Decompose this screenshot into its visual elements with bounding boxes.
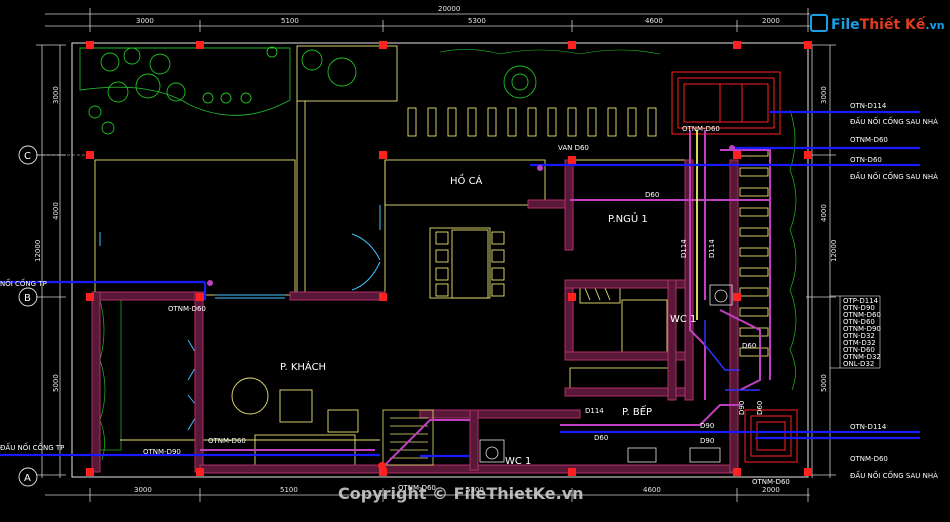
label-d114-kitchen: D114: [585, 407, 604, 415]
dim-left-seg-4: 5000: [52, 374, 60, 392]
room-p-bep: P. BẾP: [622, 404, 652, 418]
dim-bottom-seg-4: 4600: [643, 486, 661, 494]
logo-badge-icon: [810, 14, 828, 32]
interior-lines: [94, 45, 690, 466]
label-dau-noi-cong-tp-left: ĐẤU NỐI CỐNG TP: [0, 442, 64, 452]
dim-top-seg-3: 5300: [468, 17, 486, 25]
label-otnm-d60-left: OTNM-D60: [168, 305, 206, 313]
floor-plan-drawing: 20000 3000 5100 5300 4600 2000 3000 5100…: [0, 5, 938, 502]
septic-tank-bottom: [744, 409, 798, 463]
dim-top-total: 20000: [438, 5, 460, 13]
label-d60-c: D60: [756, 401, 764, 415]
logo-text-file: File: [831, 17, 860, 33]
dim-right-seg-2: 4000: [820, 204, 828, 222]
label-otnm-d60-top: OTNM-D60: [850, 136, 888, 144]
dining-table: [435, 229, 505, 299]
label-d114-b: D114: [708, 239, 716, 258]
label-dau-noi-cong-sau-nha-3: ĐẤU NỐI CỐNG SAU NHÀ: [850, 470, 938, 480]
top-dimensions: [45, 8, 810, 32]
legend-item-10: ONL-D32: [843, 360, 874, 368]
grid-label-b: B: [24, 293, 31, 304]
logo-text-vn: .vn: [925, 19, 945, 32]
label-d60-kitchen: D60: [594, 434, 608, 442]
dim-top-seg-1: 3000: [136, 17, 154, 25]
label-d60-a: D60: [645, 191, 659, 199]
label-otnm-d60-bottom-right: OTNM-D60: [752, 478, 790, 486]
label-otn-d60-right: OTN-D60: [850, 156, 882, 164]
logo-text-thietke: Thiết Kế: [859, 17, 926, 33]
room-p-ngu-1: P.NGỦ 1: [608, 211, 648, 225]
drain-lines: [0, 110, 920, 458]
dim-right-seg-4: 5000: [820, 374, 828, 392]
dim-right-seg-3: 12000: [830, 240, 838, 262]
room-p-khach: P. KHÁCH: [280, 360, 326, 373]
label-d114-a: D114: [680, 239, 688, 258]
dim-right-seg-1: 3000: [820, 86, 828, 104]
label-d60-b: D60: [742, 342, 756, 350]
garden-hedge-right: [789, 109, 797, 391]
grid-axis-c: C: [18, 145, 90, 165]
room-ho-ca: HỒ CÁ: [450, 173, 483, 187]
copyright-watermark: Copyright © FileThietKe.vn: [338, 484, 584, 503]
label-dau-noi-cong-sau-nha-2: ĐẤU NỐI CỐNG SAU NHÀ: [850, 171, 938, 181]
paving-stripes: [407, 107, 657, 137]
label-dau-noi-cong-sau-nha-1: ĐẤU NỐI CỐNG SAU NHÀ: [850, 116, 938, 126]
grid-axis-b: B: [18, 287, 38, 307]
label-d90-b: D90: [700, 437, 714, 445]
dim-left-seg-2: 4000: [52, 202, 60, 220]
bedroom-furniture: [569, 284, 671, 391]
label-otnm-d60-living: OTNM-D60: [208, 437, 246, 445]
paving-stripes-right: [739, 147, 769, 357]
dim-bottom-seg-2: 5100: [280, 486, 298, 494]
dim-left-seg-3: 12000: [34, 240, 42, 262]
room-wc-1-bedroom: WC 1: [670, 314, 696, 325]
dim-bottom-seg-5: 2000: [762, 486, 780, 494]
label-otnm-d90-left: OTNM-D90: [143, 448, 181, 456]
grid-label-a: A: [24, 473, 31, 484]
dim-top-seg-2: 5100: [281, 17, 299, 25]
label-van-d60: VAN D60: [558, 144, 589, 152]
grid-axis-a: A: [18, 467, 38, 487]
grid-label-c: C: [24, 151, 31, 162]
room-wc-1-ground: WC 1: [505, 456, 531, 467]
label-otn-d114-bottom: OTN-D114: [850, 423, 887, 431]
label-otnm-d60-bottom: OTNM-D60: [850, 455, 888, 463]
dim-bottom-seg-1: 3000: [134, 486, 152, 494]
label-d90-c: D90: [738, 401, 746, 415]
dim-left-seg-1: 3000: [52, 86, 60, 104]
site-logo: FileThiết Kế.vn: [810, 14, 945, 33]
label-otn-d114-top: OTN-D114: [850, 102, 887, 110]
label-otnm-d60-bath: OTNM-D60: [682, 125, 720, 133]
garden-hedge-top: [439, 49, 661, 55]
dim-top-seg-4: 4600: [645, 17, 663, 25]
label-d90-a: D90: [700, 422, 714, 430]
dim-top-seg-5: 2000: [762, 17, 780, 25]
label-noi-cong-tp-left: NỐI CỐNG TP: [0, 278, 47, 288]
